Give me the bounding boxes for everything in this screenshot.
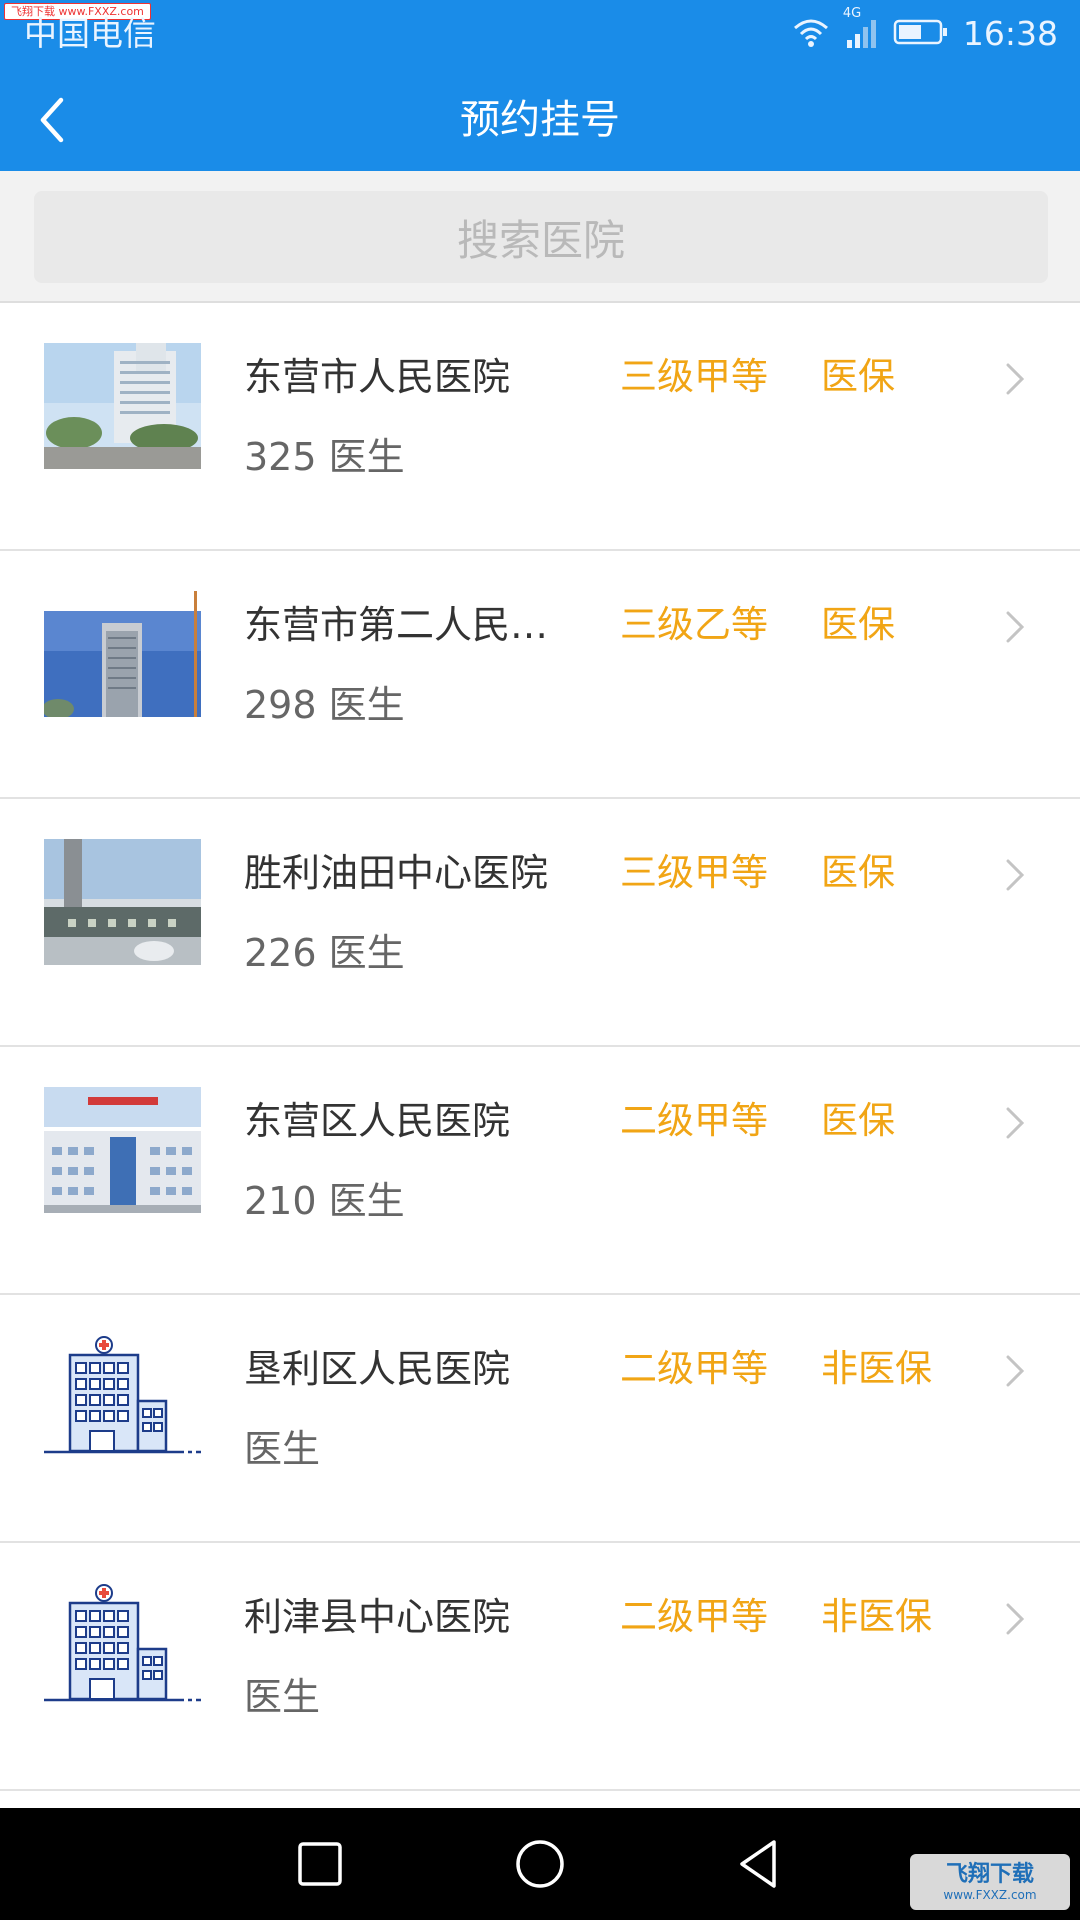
hospital-row[interactable]: 垦利区人民医院 二级甲等 非医保 医生 bbox=[0, 1295, 1080, 1543]
insurance-status: 医保 bbox=[821, 851, 895, 894]
doctor-count: 医生 bbox=[244, 1427, 321, 1471]
logo-url: www.FXXZ.com bbox=[943, 1888, 1037, 1902]
square-icon bbox=[298, 1842, 342, 1886]
clock: 16:38 bbox=[962, 14, 1058, 53]
insurance-status: 医保 bbox=[821, 603, 895, 646]
battery-icon bbox=[893, 18, 949, 50]
doctor-count: 226 医生 bbox=[244, 931, 405, 975]
search-input[interactable]: 搜索医院 bbox=[34, 191, 1048, 283]
insurance-status: 医保 bbox=[821, 1099, 895, 1142]
hospital-name: 东营市第二人民医院 bbox=[244, 603, 574, 647]
hospital-row[interactable]: 胜利油田中心医院 三级甲等 医保 226 医生 bbox=[0, 799, 1080, 1047]
hospital-name: 东营市人民医院 bbox=[244, 355, 511, 399]
doctor-count: 298 医生 bbox=[244, 683, 405, 727]
hospital-list: 东营市人民医院 三级甲等 医保 325 医生 东营市第二人民医院 三级乙等 医保… bbox=[0, 303, 1080, 1791]
triangle-back-icon bbox=[740, 1840, 776, 1888]
wifi-icon bbox=[791, 16, 831, 52]
hospital-level: 三级甲等 bbox=[620, 851, 768, 894]
chevron-right-icon bbox=[1006, 1107, 1025, 1139]
status-indicators: 4G 16:38 bbox=[791, 6, 1058, 56]
chevron-right-icon bbox=[1006, 611, 1025, 643]
insurance-status: 非医保 bbox=[821, 1347, 932, 1390]
back-nav-button[interactable] bbox=[728, 1832, 792, 1896]
system-nav-bar: 飞翔下载 www.FXXZ.com bbox=[0, 1808, 1080, 1920]
insurance-status: 非医保 bbox=[821, 1595, 932, 1638]
doctor-count: 325 医生 bbox=[244, 435, 405, 479]
hospital-name: 胜利油田中心医院 bbox=[244, 851, 549, 895]
doctor-count: 医生 bbox=[244, 1675, 321, 1719]
hospital-level: 二级甲等 bbox=[620, 1595, 768, 1638]
hospital-building-icon bbox=[44, 1335, 201, 1461]
circle-icon bbox=[516, 1840, 564, 1888]
hospital-name: 垦利区人民医院 bbox=[244, 1347, 511, 1391]
hospital-level: 三级乙等 bbox=[620, 603, 768, 646]
chevron-right-icon bbox=[1006, 1355, 1025, 1387]
network-type: 4G bbox=[842, 6, 862, 21]
hospital-photo bbox=[44, 839, 201, 965]
recents-button[interactable] bbox=[288, 1832, 352, 1896]
hospital-level: 三级甲等 bbox=[620, 355, 768, 398]
logo-text: 飞翔下载 bbox=[945, 1862, 1034, 1887]
hospital-row[interactable]: 利津县中心医院 二级甲等 非医保 医生 bbox=[0, 1543, 1080, 1791]
hospital-name: 利津县中心医院 bbox=[244, 1595, 511, 1639]
page-title: 预约挂号 bbox=[460, 97, 620, 143]
hospital-building-icon bbox=[44, 1583, 201, 1709]
chevron-right-icon bbox=[1006, 859, 1025, 891]
app-header: 飞翔下载 www.FXXZ.com 中国电信 4G 16:38 预约挂号 bbox=[0, 0, 1080, 171]
hospital-photo bbox=[44, 343, 201, 469]
home-button[interactable] bbox=[508, 1832, 572, 1896]
hospital-level: 二级甲等 bbox=[620, 1347, 768, 1390]
search-area: 搜索医院 bbox=[0, 171, 1080, 303]
hospital-photo bbox=[44, 591, 201, 717]
signal-icon: 4G bbox=[843, 6, 879, 52]
hospital-row[interactable]: 东营区人民医院 二级甲等 医保 210 医生 bbox=[0, 1047, 1080, 1295]
hospital-name: 东营区人民医院 bbox=[244, 1099, 511, 1143]
chevron-right-icon bbox=[1006, 1603, 1025, 1635]
insurance-status: 医保 bbox=[821, 355, 895, 398]
hospital-row[interactable]: 东营市第二人民医院 三级乙等 医保 298 医生 bbox=[0, 551, 1080, 799]
chevron-right-icon bbox=[1006, 363, 1025, 395]
hospital-photo bbox=[44, 1087, 201, 1213]
doctor-count: 210 医生 bbox=[244, 1179, 405, 1223]
hospital-level: 二级甲等 bbox=[620, 1099, 768, 1142]
site-logo: 飞翔下载 www.FXXZ.com bbox=[910, 1854, 1070, 1910]
carrier-label: 中国电信 bbox=[24, 14, 156, 53]
hospital-row[interactable]: 东营市人民医院 三级甲等 医保 325 医生 bbox=[0, 303, 1080, 551]
